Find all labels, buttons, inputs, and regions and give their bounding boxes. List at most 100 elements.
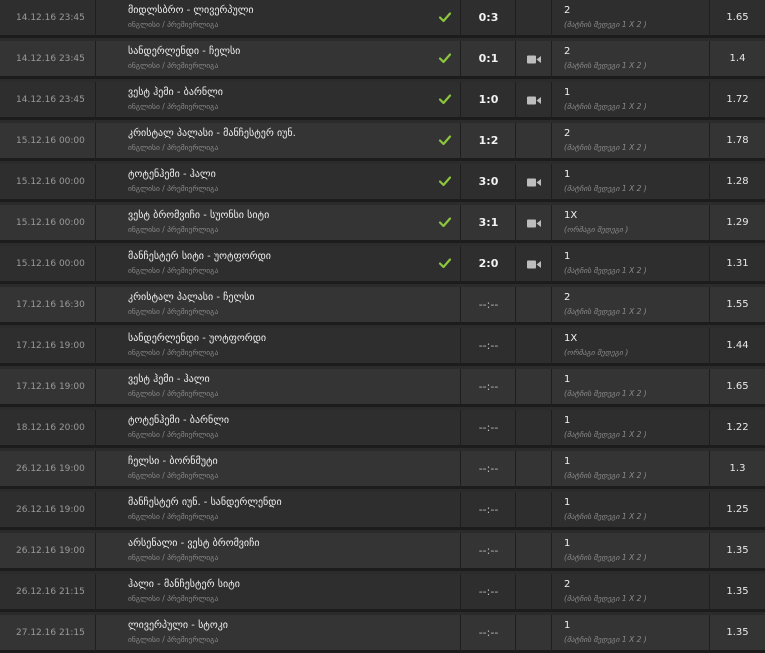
table-row[interactable]: 17.12.16 19:00 სანდერლენდი - უოტფორდი ინ… [0, 328, 765, 366]
match-teams[interactable]: ტოტენჰემი - ბარნლი [128, 415, 229, 426]
video-camera-icon[interactable] [527, 55, 541, 64]
match-cell[interactable]: ტოტენჰემი - ჰალი ინგლისი / პრემიერლიგა [96, 164, 461, 202]
table-row[interactable]: 15.12.16 00:00 მანჩესტერ სიტი - უოტფორდი… [0, 246, 765, 284]
video-camera-icon[interactable] [527, 178, 541, 187]
bet-pick: 2 [564, 5, 571, 16]
odds-cell[interactable]: 1.65 [710, 0, 765, 38]
match-cell[interactable]: ჰალი - მანჩესტერ სიტი ინგლისი / პრემიერლ… [96, 574, 461, 612]
video-camera-icon[interactable] [527, 219, 541, 228]
match-cell[interactable]: არსენალი - ვესტ ბრომვიჩი ინგლისი / პრემი… [96, 533, 461, 571]
odds-value[interactable]: 1.44 [710, 340, 765, 351]
odds-cell[interactable]: 1.35 [710, 615, 765, 653]
odds-value[interactable]: 1.4 [710, 53, 765, 64]
match-cell[interactable]: სანდერლენდი - ჩელსი ინგლისი / პრემიერლიგ… [96, 41, 461, 79]
odds-value[interactable]: 1.65 [710, 12, 765, 23]
score-cell: --:-- [461, 492, 516, 530]
match-cell[interactable]: ჩელსი - ბორნმუტი ინგლისი / პრემიერლიგა [96, 451, 461, 489]
match-cell[interactable]: ტოტენჰემი - ბარნლი ინგლისი / პრემიერლიგა [96, 410, 461, 448]
video-cell [516, 615, 552, 653]
match-teams[interactable]: კრისტალ პალასი - ჩელსი [128, 292, 255, 303]
bet-type: (მატჩის შედეგი 1 X 2 ) [564, 553, 647, 562]
odds-value[interactable]: 1.35 [710, 586, 765, 597]
score-cell: 0:1 [461, 41, 516, 79]
video-cell [516, 492, 552, 530]
odds-cell[interactable]: 1.35 [710, 574, 765, 612]
league-name: ინგლისი / პრემიერლიგა [128, 225, 219, 234]
odds-value[interactable]: 1.25 [710, 504, 765, 515]
bet-type: (მატჩის შედეგი 1 X 2 ) [564, 389, 647, 398]
odds-cell[interactable]: 1.31 [710, 246, 765, 284]
odds-cell[interactable]: 1.3 [710, 451, 765, 489]
check-icon [438, 176, 452, 187]
match-teams[interactable]: ვესტ ბრომვიჩი - სუონსი სიტი [128, 210, 269, 221]
match-teams[interactable]: სანდერლენდი - ჩელსი [128, 46, 240, 57]
odds-value[interactable]: 1.22 [710, 422, 765, 433]
table-row[interactable]: 14.12.16 23:45 სანდერლენდი - ჩელსი ინგლი… [0, 41, 765, 79]
match-teams[interactable]: ვესტ ჰემი - ბარნლი [128, 87, 223, 98]
match-teams[interactable]: არსენალი - ვესტ ბრომვიჩი [128, 538, 260, 549]
bet-pick: 1 [564, 87, 571, 98]
bet-cell: 2 (მატჩის შედეგი 1 X 2 ) [552, 0, 710, 38]
match-cell[interactable]: მანჩესტერ სიტი - უოტფორდი ინგლისი / პრემ… [96, 246, 461, 284]
table-row[interactable]: 15.12.16 00:00 ტოტენჰემი - ჰალი ინგლისი … [0, 164, 765, 202]
match-teams[interactable]: მიდლსბრო - ლივერპული [128, 5, 254, 16]
table-row[interactable]: 17.12.16 16:30 კრისტალ პალასი - ჩელსი ინ… [0, 287, 765, 325]
match-cell[interactable]: ვესტ ჰემი - ბარნლი ინგლისი / პრემიერლიგა [96, 82, 461, 120]
odds-value[interactable]: 1.3 [710, 463, 765, 474]
match-teams[interactable]: ტოტენჰემი - ჰალი [128, 169, 216, 180]
odds-value[interactable]: 1.35 [710, 627, 765, 638]
match-cell[interactable]: კრისტალ პალასი - მანჩესტერ იუნ. ინგლისი … [96, 123, 461, 161]
odds-value[interactable]: 1.35 [710, 545, 765, 556]
odds-cell[interactable]: 1.29 [710, 205, 765, 243]
match-teams[interactable]: ლივერპული - სტოკი [128, 620, 228, 631]
odds-value[interactable]: 1.65 [710, 381, 765, 392]
odds-cell[interactable]: 1.78 [710, 123, 765, 161]
table-row[interactable]: 26.12.16 21:15 ჰალი - მანჩესტერ სიტი ინგ… [0, 574, 765, 612]
video-camera-icon[interactable] [527, 96, 541, 105]
odds-cell[interactable]: 1.22 [710, 410, 765, 448]
match-cell[interactable]: კრისტალ პალასი - ჩელსი ინგლისი / პრემიერ… [96, 287, 461, 325]
match-cell[interactable]: ვესტ ბრომვიჩი - სუონსი სიტი ინგლისი / პრ… [96, 205, 461, 243]
table-row[interactable]: 15.12.16 00:00 ვესტ ბრომვიჩი - სუონსი სი… [0, 205, 765, 243]
table-row[interactable]: 17.12.16 19:00 ვესტ ჰემი - ჰალი ინგლისი … [0, 369, 765, 407]
odds-cell[interactable]: 1.72 [710, 82, 765, 120]
match-cell[interactable]: მიდლსბრო - ლივერპული ინგლისი / პრემიერლი… [96, 0, 461, 38]
odds-value[interactable]: 1.55 [710, 299, 765, 310]
table-row[interactable]: 26.12.16 19:00 მანჩესტერ იუნ. - სანდერლე… [0, 492, 765, 530]
match-teams[interactable]: კრისტალ პალასი - მანჩესტერ იუნ. [128, 128, 296, 139]
match-cell[interactable]: მანჩესტერ იუნ. - სანდერლენდი ინგლისი / პ… [96, 492, 461, 530]
match-cell[interactable]: სანდერლენდი - უოტფორდი ინგლისი / პრემიერ… [96, 328, 461, 366]
table-row[interactable]: 26.12.16 19:00 ჩელსი - ბორნმუტი ინგლისი … [0, 451, 765, 489]
table-row[interactable]: 18.12.16 20:00 ტოტენჰემი - ბარნლი ინგლის… [0, 410, 765, 448]
odds-cell[interactable]: 1.65 [710, 369, 765, 407]
match-cell[interactable]: ვესტ ჰემი - ჰალი ინგლისი / პრემიერლიგა [96, 369, 461, 407]
table-row[interactable]: 26.12.16 19:00 არსენალი - ვესტ ბრომვიჩი … [0, 533, 765, 571]
bet-cell: 2 (მატჩის შედეგი 1 X 2 ) [552, 123, 710, 161]
odds-value[interactable]: 1.31 [710, 258, 765, 269]
odds-cell[interactable]: 1.55 [710, 287, 765, 325]
table-row[interactable]: 14.12.16 23:45 მიდლსბრო - ლივერპული ინგლ… [0, 0, 765, 38]
video-cell [516, 369, 552, 407]
odds-cell[interactable]: 1.44 [710, 328, 765, 366]
match-teams[interactable]: მანჩესტერ სიტი - უოტფორდი [128, 251, 271, 262]
odds-value[interactable]: 1.28 [710, 176, 765, 187]
table-row[interactable]: 27.12.16 21:15 ლივერპული - სტოკი ინგლისი… [0, 615, 765, 653]
odds-cell[interactable]: 1.28 [710, 164, 765, 202]
odds-cell[interactable]: 1.25 [710, 492, 765, 530]
odds-value[interactable]: 1.72 [710, 94, 765, 105]
score-cell: 1:2 [461, 123, 516, 161]
match-teams[interactable]: ვესტ ჰემი - ჰალი [128, 374, 210, 385]
table-row[interactable]: 15.12.16 00:00 კრისტალ პალასი - მანჩესტე… [0, 123, 765, 161]
check-icon [438, 217, 452, 228]
table-row[interactable]: 14.12.16 23:45 ვესტ ჰემი - ბარნლი ინგლის… [0, 82, 765, 120]
match-teams[interactable]: ჩელსი - ბორნმუტი [128, 456, 218, 467]
match-teams[interactable]: მანჩესტერ იუნ. - სანდერლენდი [128, 497, 282, 508]
match-teams[interactable]: სანდერლენდი - უოტფორდი [128, 333, 266, 344]
odds-value[interactable]: 1.78 [710, 135, 765, 146]
match-cell[interactable]: ლივერპული - სტოკი ინგლისი / პრემიერლიგა [96, 615, 461, 653]
match-teams[interactable]: ჰალი - მანჩესტერ სიტი [128, 579, 240, 590]
video-camera-icon[interactable] [527, 260, 541, 269]
odds-value[interactable]: 1.29 [710, 217, 765, 228]
odds-cell[interactable]: 1.4 [710, 41, 765, 79]
odds-cell[interactable]: 1.35 [710, 533, 765, 571]
